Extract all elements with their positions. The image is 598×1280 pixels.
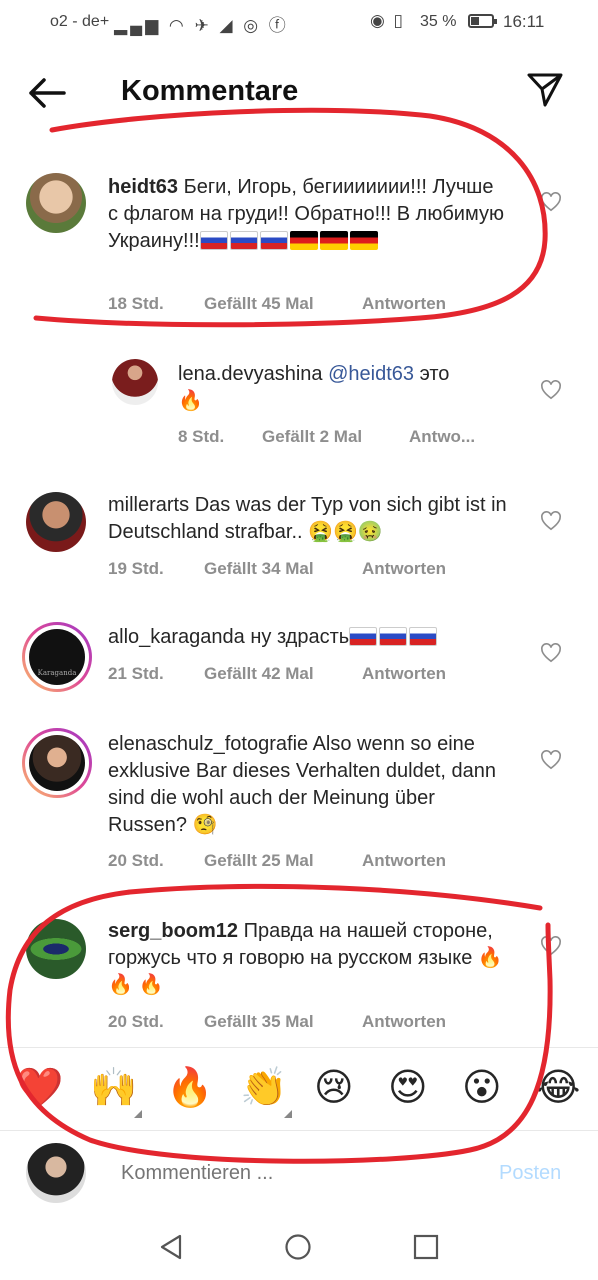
- reaction-heart-eyes[interactable]: 😍: [388, 1066, 428, 1110]
- battery-percent: 35 %: [420, 13, 457, 30]
- reply-button[interactable]: Antworten: [362, 664, 446, 684]
- reaction-clap[interactable]: 👏: [240, 1066, 287, 1110]
- status-bar: o2 - de+ ▂▄▆ ◠ ✈ ◢ ◎ ⓕ ◉ ▯ 35 % 16:11: [0, 0, 598, 44]
- send-direct-icon[interactable]: [526, 72, 564, 108]
- comment-millerarts: millerarts Das was der Typ von sich gibt…: [108, 492, 528, 546]
- likes-count[interactable]: Gefällt 45 Mal: [204, 294, 314, 314]
- like-heart-icon[interactable]: [540, 750, 562, 770]
- skin-tone-caret-icon: [134, 1110, 142, 1118]
- comment-meta: 20 Std. Gefällt 35 Mal Antworten: [108, 1012, 508, 1034]
- like-heart-icon[interactable]: [540, 936, 562, 956]
- flag-germany-icon: [349, 231, 378, 250]
- vomit-emoji-icon: 🤮🤮🤢: [308, 521, 383, 543]
- likes-count[interactable]: Gefällt 34 Mal: [204, 559, 314, 579]
- avatar-heidt63[interactable]: [26, 173, 86, 233]
- android-nav-bar: [0, 1205, 598, 1280]
- comment-meta: 8 Std. Gefällt 2 Mal Antwo...: [178, 427, 508, 449]
- comment-time: 20 Std.: [108, 851, 164, 870]
- likes-count[interactable]: Gefällt 2 Mal: [262, 427, 362, 447]
- username-millerarts[interactable]: millerarts: [108, 494, 189, 516]
- carrier-label: o2 - de+: [50, 13, 110, 30]
- reply-button[interactable]: Antwo...: [409, 427, 475, 447]
- likes-count[interactable]: Gefällt 42 Mal: [204, 664, 314, 684]
- nav-recents-icon[interactable]: [413, 1234, 439, 1260]
- comment-meta: 18 Std. Gefällt 45 Mal Antworten: [108, 294, 508, 316]
- comment-time: 19 Std.: [108, 559, 164, 578]
- comment-serg-boom12: serg_boom12 Правда на нашей стороне, гор…: [108, 918, 508, 999]
- avatar-lena-devyashina[interactable]: [112, 359, 158, 405]
- avatar-logo-text: Karaganda: [37, 669, 77, 677]
- reaction-heart[interactable]: ❤️: [16, 1066, 63, 1110]
- comment-heidt63: heidt63 Беги, Игорь, бегиииииии!!! Лучше…: [108, 174, 508, 255]
- flag-russia-icon: [259, 231, 288, 250]
- comment-elenaschulz-fotografie: elenaschulz_fotografie Also wenn so eine…: [108, 731, 508, 839]
- nav-back-icon[interactable]: [158, 1233, 184, 1261]
- likes-count[interactable]: Gefällt 25 Mal: [204, 851, 314, 871]
- clock: 16:11: [503, 12, 545, 31]
- like-heart-icon[interactable]: [540, 380, 562, 400]
- reaction-surprised[interactable]: 😮: [462, 1066, 502, 1110]
- avatar-serg-boom12[interactable]: [26, 919, 86, 979]
- avatar-current-user: [26, 1143, 86, 1203]
- reaction-fire[interactable]: 🔥: [166, 1066, 213, 1110]
- flag-germany-icon: [319, 231, 348, 250]
- comment-lena-devyashina: lena.devyashina @heidt63 это 🔥: [178, 361, 498, 415]
- post-button[interactable]: Posten: [499, 1162, 561, 1185]
- likes-count[interactable]: Gefällt 35 Mal: [204, 1012, 314, 1032]
- eye-vibrate-icons: ◉ ▯: [370, 11, 405, 30]
- like-heart-icon[interactable]: [540, 643, 562, 663]
- flag-germany-icon: [289, 231, 318, 250]
- flag-russia-icon: [349, 627, 378, 646]
- comment-text: это: [419, 363, 450, 385]
- avatar-millerarts[interactable]: [26, 492, 86, 552]
- comment-meta: 21 Std. Gefällt 42 Mal Antworten: [108, 664, 508, 686]
- username-allo-karaganda[interactable]: allo_karaganda: [108, 626, 245, 648]
- username-elenaschulz-fotografie[interactable]: elenaschulz_fotografie: [108, 733, 308, 755]
- flag-russia-icon: [199, 231, 228, 250]
- back-arrow-icon[interactable]: [26, 76, 68, 110]
- comment-time: 8 Std.: [178, 427, 225, 446]
- comment-time: 18 Std.: [108, 294, 164, 313]
- story-ring[interactable]: Karaganda: [22, 622, 92, 692]
- comment-meta: 19 Std. Gefällt 34 Mal Antworten: [108, 559, 508, 581]
- reply-button[interactable]: Antworten: [362, 851, 446, 871]
- avatar-elenaschulz-fotografie[interactable]: [29, 735, 85, 791]
- reaction-tears-of-joy[interactable]: 😂: [536, 1066, 580, 1110]
- emoji-reaction-bar: ❤️ 🙌 🔥 👏 😢 😍 😮 😂: [0, 1047, 598, 1131]
- reply-button[interactable]: Antworten: [362, 294, 446, 314]
- avatar-allo-karaganda[interactable]: Karaganda: [29, 629, 85, 685]
- page-title: Kommentare: [121, 75, 299, 107]
- nav-home-icon[interactable]: [284, 1233, 312, 1261]
- reply-button[interactable]: Antworten: [362, 1012, 446, 1032]
- comment-input[interactable]: [121, 1160, 481, 1186]
- username-heidt63[interactable]: heidt63: [108, 176, 178, 198]
- monocle-emoji-icon: 🧐: [192, 814, 218, 836]
- mention-link[interactable]: @heidt63: [328, 363, 414, 385]
- reply-button[interactable]: Antworten: [362, 559, 446, 579]
- signal-wifi-icons: ▂▄▆ ◠ ✈ ◢ ◎ ⓕ: [114, 16, 289, 35]
- battery-icon: [468, 14, 497, 28]
- comment-meta: 20 Std. Gefällt 25 Mal Antworten: [108, 851, 508, 873]
- like-heart-icon[interactable]: [540, 192, 562, 212]
- username-lena-devyashina[interactable]: lena.devyashina: [178, 363, 323, 385]
- username-serg-boom12[interactable]: serg_boom12: [108, 920, 238, 942]
- comment-allo-karaganda: allo_karaganda ну здрасть: [108, 624, 528, 651]
- reaction-sad[interactable]: 😢: [314, 1066, 354, 1110]
- comment-time: 20 Std.: [108, 1012, 164, 1031]
- comment-time: 21 Std.: [108, 664, 164, 683]
- fire-emoji-icon: 🔥: [178, 390, 203, 412]
- skin-tone-caret-icon: [284, 1110, 292, 1118]
- comment-text: ну здрасть: [250, 626, 350, 648]
- flag-russia-icon: [229, 231, 258, 250]
- reaction-raised-hands[interactable]: 🙌: [90, 1066, 137, 1110]
- story-ring[interactable]: [22, 728, 92, 798]
- flag-russia-icon: [409, 627, 438, 646]
- flag-russia-icon: [379, 627, 408, 646]
- like-heart-icon[interactable]: [540, 511, 562, 531]
